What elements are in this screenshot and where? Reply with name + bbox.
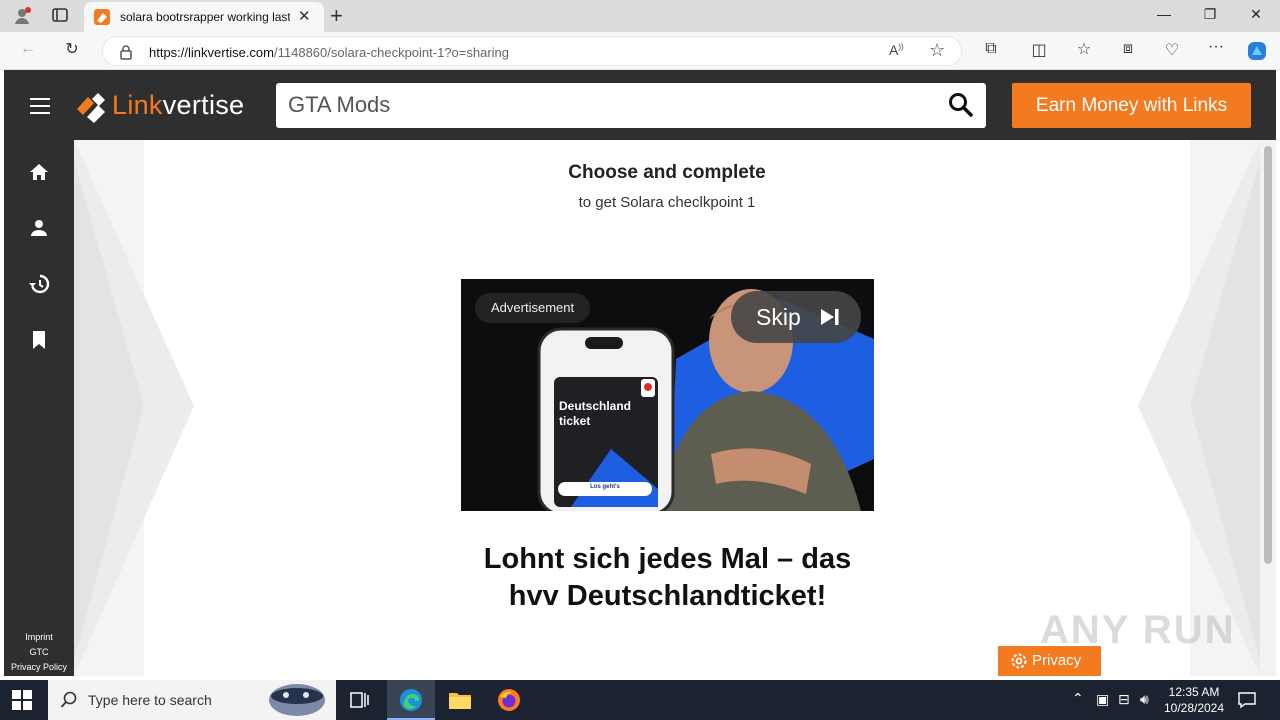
collections-icon[interactable]: ⧈	[1116, 40, 1140, 58]
imprint-link[interactable]: Imprint	[4, 630, 74, 645]
address-url: https://linkvertise.com/1148860/solara-c…	[149, 45, 510, 60]
copilot-icon[interactable]	[1246, 40, 1268, 62]
search-icon	[60, 691, 77, 708]
bookmark-icon[interactable]	[28, 329, 50, 351]
ad-image[interactable]: Deutschland ticket Los geht's Advertisem…	[461, 279, 874, 511]
advertisement[interactable]: Deutschland ticket Los geht's Advertisem…	[461, 279, 874, 676]
windows-taskbar: Type here to search ⌃ ▣ ⊟ 🔊︎ 12:35 AM 10…	[0, 680, 1280, 720]
lock-icon[interactable]	[119, 44, 133, 60]
tray-device-icon[interactable]: ▣	[1096, 691, 1109, 708]
sidebar-footer-links: Imprint GTC Privacy Policy	[4, 630, 74, 675]
volume-icon[interactable]: 🔊︎	[1140, 691, 1149, 708]
address-bar[interactable]: https://linkvertise.com/1148860/solara-c…	[102, 36, 962, 66]
back-icon[interactable]: ←	[16, 40, 40, 58]
search-highlight-image-icon	[269, 684, 325, 716]
skip-ad-button[interactable]: Skip	[731, 291, 861, 343]
page-scrollbar-thumb[interactable]	[1264, 146, 1272, 564]
taskbar-search-placeholder: Type here to search	[88, 692, 212, 708]
decorative-chevron-right	[1138, 140, 1260, 676]
close-window-icon[interactable]: ✕	[1246, 6, 1266, 23]
taskbar-edge-app[interactable]	[387, 680, 435, 720]
restore-icon[interactable]: ❐	[1200, 6, 1220, 23]
taskbar-search-box[interactable]: Type here to search	[48, 680, 336, 720]
privacy-label: Privacy	[1032, 652, 1082, 669]
tab-title: solara bootrsrapper working last	[120, 10, 290, 24]
split-screen-icon[interactable]: ◫	[1027, 40, 1051, 60]
tab-actions-icon[interactable]	[50, 6, 70, 26]
gear-icon	[1011, 653, 1027, 669]
tray-overflow-icon[interactable]: ⌃	[1072, 690, 1084, 707]
taskbar-firefox-app[interactable]	[485, 680, 533, 720]
read-aloud-icon[interactable]: A))	[889, 42, 904, 58]
folder-icon	[449, 693, 471, 709]
profile-icon[interactable]	[12, 6, 32, 26]
user-icon[interactable]	[28, 217, 50, 239]
taskbar-file-explorer-app[interactable]	[436, 680, 484, 720]
favorite-star-icon[interactable]: ☆	[929, 40, 945, 61]
network-icon[interactable]: ⊟	[1118, 691, 1130, 708]
browser-essentials-icon[interactable]: ♡	[1160, 40, 1184, 60]
edge-browser-icon	[400, 689, 422, 711]
site-header: Linkvertise Earn Money with Links	[4, 70, 1276, 140]
task-view-icon[interactable]	[336, 680, 384, 720]
privacy-policy-link[interactable]: Privacy Policy	[4, 660, 74, 675]
tab-close-icon[interactable]: ✕	[298, 7, 311, 25]
search-icon[interactable]	[948, 92, 974, 118]
clock-date: 10/28/2024	[1163, 701, 1225, 715]
page-subheading: to get Solara checlkpoint 1	[578, 194, 756, 211]
refresh-icon[interactable]: ↻	[60, 39, 84, 59]
favorites-icon[interactable]: ☆	[1072, 39, 1096, 59]
page-heading: Choose and complete	[568, 162, 766, 183]
hamburger-menu-icon[interactable]	[30, 98, 50, 114]
ad-headline[interactable]: Lohnt sich jedes Mal – das hvv Deutschla…	[461, 541, 874, 615]
skip-label: Skip	[756, 304, 801, 330]
main-content: Choose and complete to get Solara checlk…	[74, 140, 1260, 676]
minimize-icon[interactable]: —	[1154, 6, 1174, 22]
windows-start-icon[interactable]	[12, 690, 32, 710]
firefox-icon	[498, 689, 520, 711]
decorative-chevron-left	[74, 140, 194, 676]
notifications-icon[interactable]	[1238, 691, 1256, 709]
browser-tab-strip: solara bootrsrapper working last ✕ + — ❐…	[0, 0, 1280, 32]
site-search-box	[276, 83, 986, 128]
clock-time: 12:35 AM	[1168, 685, 1220, 699]
earn-money-button[interactable]: Earn Money with Links	[1012, 83, 1251, 128]
gtc-link[interactable]: GTC	[4, 645, 74, 660]
privacy-settings-button[interactable]: Privacy	[998, 646, 1101, 676]
linkvertise-favicon-icon	[94, 9, 110, 25]
browser-tab-active[interactable]: solara bootrsrapper working last ✕	[84, 2, 324, 32]
skip-forward-icon	[821, 309, 839, 325]
history-icon[interactable]	[28, 273, 50, 295]
browser-toolbar: ← ↻ https://linkvertise.com/1148860/sola…	[0, 32, 1280, 70]
extensions-icon[interactable]: ⧉	[979, 40, 1003, 58]
site-sidebar: Imprint GTC Privacy Policy	[4, 140, 74, 676]
linkvertise-logo-icon[interactable]	[74, 89, 108, 123]
home-icon[interactable]	[28, 161, 50, 183]
site-search-input[interactable]	[288, 91, 928, 119]
taskbar-clock[interactable]: 12:35 AM 10/28/2024	[1162, 684, 1226, 716]
advertisement-badge: Advertisement	[475, 293, 591, 323]
ad-phone-title: Deutschland ticket	[559, 399, 632, 428]
more-menu-icon[interactable]: ···	[1204, 38, 1228, 56]
new-tab-icon[interactable]: +	[330, 3, 343, 29]
linkvertise-logo-text[interactable]: Linkvertise	[112, 90, 244, 121]
ad-phone-button: Los geht's	[590, 484, 620, 490]
